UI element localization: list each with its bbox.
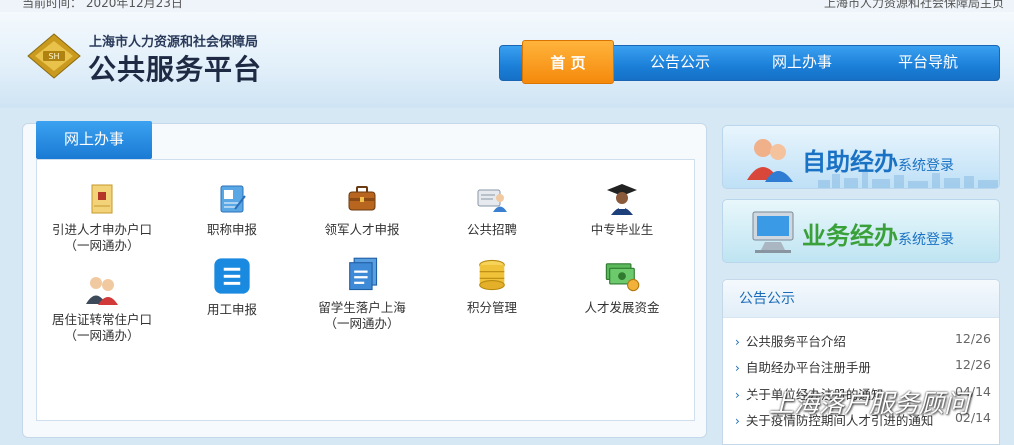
service-label: 积分管理 — [466, 300, 517, 315]
residents-icon — [86, 277, 118, 305]
skyline-decoration — [818, 172, 998, 188]
service-label: 职称申报 — [206, 222, 257, 237]
watermark: 上海落户服务顾问 — [735, 384, 969, 420]
announcement-date: 12/26 — [954, 331, 991, 346]
service-leading-talent[interactable]: 领军人才申报 — [297, 182, 427, 238]
service-sublabel: （一网通办） — [324, 316, 400, 331]
main-nav: 首 页 公告公示 网上办事 平台导航 — [499, 40, 1000, 84]
users-icon — [747, 139, 793, 182]
service-points-management[interactable]: 积分管理 — [427, 256, 557, 316]
nav-online-services[interactable]: 网上办事 — [762, 45, 842, 81]
announcement-panel: 公告公示 › 公共服务平台介绍 12/26 › 自助经办平台注册手册 12/26 ›… — [722, 279, 1000, 445]
service-label: 公共招聘 — [466, 222, 517, 237]
site-header: SH 上海市人力资源和社会保障局 公共服务平台 首 页 公告公示 网上办事 平台… — [0, 12, 1014, 108]
nav-announcements[interactable]: 公告公示 — [640, 45, 720, 81]
envelope-icon — [91, 184, 113, 214]
money-icon — [605, 263, 640, 292]
service-public-recruitment[interactable]: 公共招聘 — [427, 182, 557, 238]
service-title-application[interactable]: 职称申报 — [167, 182, 297, 238]
chevron-right-icon: › — [735, 335, 740, 349]
certificate-icon — [220, 185, 246, 213]
service-label: 留学生落户上海 — [318, 300, 406, 315]
service-label: 居住证转常住户口 — [51, 312, 152, 327]
service-talent-hukou[interactable]: 引进人才申办户口 （一网通办） — [37, 182, 167, 254]
service-sublabel: （一网通办） — [64, 238, 140, 253]
online-services-panel: 网上办事 引进人才申办户口 （一网通办） 职称申报 领军人才申报 公共招聘 中专… — [22, 121, 707, 438]
list-icon — [214, 258, 250, 294]
wechat-icon — [735, 394, 764, 416]
current-time-text: 当前时间： 2020年12月23日 — [22, 0, 183, 10]
announcement-item[interactable]: › 自助经办平台注册手册 12/26 — [735, 357, 991, 375]
top-info-bar: 当前时间： 2020年12月23日 上海市人力资源和社会保障局主页 — [0, 0, 1014, 12]
announcement-item[interactable]: › 公共服务平台介绍 12/26 — [735, 331, 991, 349]
coins-icon — [479, 259, 505, 291]
business-service-title: 业务经办系统登录 — [802, 222, 954, 250]
documents-icon — [349, 257, 378, 291]
service-label: 人才发展资金 — [584, 300, 660, 315]
svg-text:SH: SH — [48, 52, 59, 61]
chevron-right-icon: › — [735, 361, 740, 375]
platform-title: 公共服务平台 — [88, 53, 263, 86]
services-grid: 引进人才申办户口 （一网通办） 职称申报 领军人才申报 公共招聘 中专毕业生 居… — [36, 159, 695, 421]
service-talent-fund[interactable]: 人才发展资金 — [557, 256, 687, 316]
announcement-date: 12/26 — [954, 357, 991, 372]
service-sublabel: （一网通办） — [64, 328, 140, 343]
computer-icon — [752, 211, 794, 253]
business-service-login-card[interactable]: 业务经办系统登录 — [722, 199, 1000, 263]
self-service-login-card[interactable]: 自助经办系统登录 — [722, 125, 1000, 189]
service-label: 用工申报 — [206, 302, 257, 317]
service-label: 领军人才申报 — [324, 222, 400, 237]
announcement-title: 公告公示 — [723, 280, 999, 318]
nav-home[interactable]: 首 页 — [522, 40, 614, 84]
nav-platform-guide[interactable]: 平台导航 — [888, 45, 968, 81]
emblem-logo-icon: SH — [27, 33, 81, 79]
service-residence-to-hukou[interactable]: 居住证转常住户口 （一网通办） — [37, 272, 167, 344]
service-label: 中专毕业生 — [590, 222, 654, 237]
service-label: 引进人才申办户口 — [51, 222, 152, 237]
online-services-tab[interactable]: 网上办事 — [36, 121, 152, 159]
service-overseas-students[interactable]: 留学生落户上海 （一网通办） — [297, 256, 427, 332]
briefcase-icon — [348, 186, 376, 211]
service-employment-filing[interactable]: 用工申报 — [167, 256, 297, 318]
service-vocational-graduates[interactable]: 中专毕业生 — [557, 182, 687, 238]
graduate-icon — [607, 184, 637, 215]
recruit-icon — [477, 189, 507, 212]
hrss-homepage-link[interactable]: 上海市人力资源和社会保障局主页 — [824, 0, 1004, 11]
